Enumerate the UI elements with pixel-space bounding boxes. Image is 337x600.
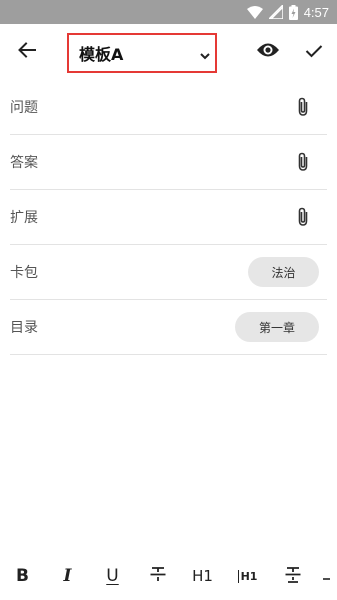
format-toolbar: B I U H1 H1 <box>0 552 337 600</box>
back-button[interactable] <box>0 24 54 80</box>
extension-label: 扩展 <box>10 210 38 226</box>
wifi-icon <box>246 5 263 19</box>
question-field[interactable]: 问题 <box>10 80 327 135</box>
clear-format-button[interactable] <box>270 552 315 600</box>
battery-charging-icon <box>288 4 298 20</box>
italic-label: I <box>63 566 72 586</box>
chevron-down-icon <box>199 47 211 66</box>
underline-button[interactable]: U <box>90 552 135 600</box>
eye-icon <box>256 42 280 62</box>
status-bar: 4:57 <box>0 0 337 24</box>
card-pack-label: 卡包 <box>10 265 38 281</box>
confirm-button[interactable] <box>291 24 337 80</box>
paperclip-icon[interactable] <box>291 152 315 172</box>
template-select[interactable]: 模板A <box>67 33 217 73</box>
clear-format-icon <box>284 565 302 587</box>
answer-label: 答案 <box>10 155 38 171</box>
overflow-format-button[interactable] <box>315 552 337 600</box>
catalog-chip[interactable]: 第一章 <box>235 312 319 342</box>
question-label: 问题 <box>10 100 38 116</box>
more-format-icon <box>322 565 330 587</box>
heading-small-label: H1 <box>237 569 257 583</box>
paperclip-icon[interactable] <box>291 97 315 117</box>
fields-list: 问题 答案 扩展 卡包 法治 目录 第一章 <box>0 80 337 355</box>
paperclip-icon[interactable] <box>291 207 315 227</box>
heading-small-button[interactable]: H1 <box>225 552 270 600</box>
bold-label: B <box>16 566 29 586</box>
card-pack-chip[interactable]: 法治 <box>248 257 319 287</box>
preview-button[interactable] <box>245 24 291 80</box>
template-select-label: 模板A <box>79 45 124 64</box>
strikethrough-button[interactable] <box>135 552 180 600</box>
strikethrough-icon <box>149 565 167 587</box>
bold-button[interactable]: B <box>0 552 45 600</box>
card-pack-row: 卡包 法治 <box>10 245 327 300</box>
signal-icon <box>268 5 283 19</box>
italic-button[interactable]: I <box>45 552 90 600</box>
heading-1-button[interactable]: H1 <box>180 552 225 600</box>
underline-label: U <box>106 566 119 586</box>
extension-field[interactable]: 扩展 <box>10 190 327 245</box>
answer-field[interactable]: 答案 <box>10 135 327 190</box>
arrow-back-icon <box>18 42 36 62</box>
catalog-label: 目录 <box>10 320 38 336</box>
toolbar: 模板A <box>0 24 337 80</box>
heading-1-label: H1 <box>192 567 213 585</box>
status-time: 4:57 <box>303 4 329 20</box>
catalog-row: 目录 第一章 <box>10 300 327 355</box>
check-icon <box>305 43 323 62</box>
